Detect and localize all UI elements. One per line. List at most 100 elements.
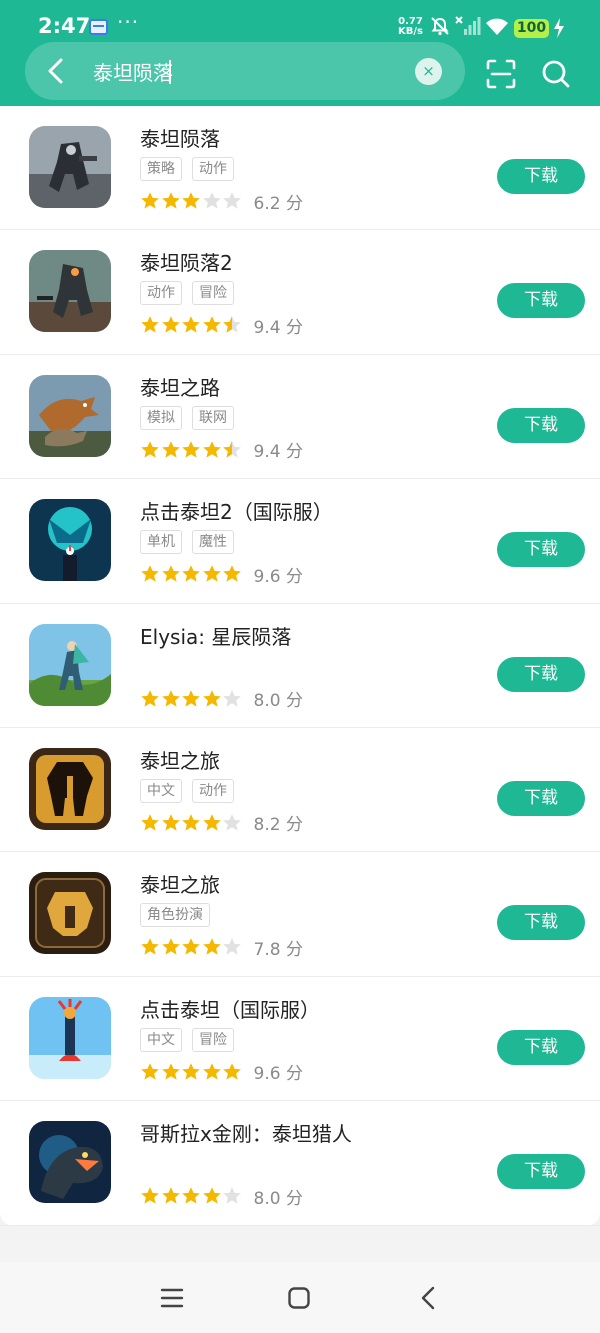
app-tag: 动作 [192,778,234,803]
app-tag: 角色扮演 [140,903,210,928]
star-filled-icon [202,814,221,831]
top-bar: 2:47 ··· 0.77 KB/s 100 泰坦陨落 × [0,0,600,106]
star-half-icon [223,440,241,458]
app-name[interactable]: 泰坦之旅 [140,869,220,898]
app-rating: 8.0 分 [140,1185,303,1209]
app-list-item[interactable]: 泰坦陨落 策略 动作 6.2 分 下载 [0,106,600,231]
app-icon[interactable] [29,623,111,706]
app-name[interactable]: 哥斯拉x金刚：泰坦猎人 [140,1118,352,1147]
app-icon[interactable] [29,374,111,457]
app-tag: 中文 [140,1027,182,1052]
app-score: 9.4 分 [253,442,303,463]
app-list-item[interactable]: 泰坦陨落2 动作 冒险 9.4 分 下载 [0,230,600,355]
star-filled-icon [182,440,200,458]
app-rating: 9.4 分 [140,439,303,463]
star-filled-icon [141,689,159,707]
app-list-item[interactable]: 点击泰坦2（国际服） 单机 魔性 9.6 分 下载 [0,479,600,604]
app-icon[interactable] [29,872,111,955]
app-rating: 9.4 分 [140,314,303,338]
star-filled-icon [182,1062,200,1080]
app-icon[interactable] [29,996,111,1079]
star-empty-icon [223,192,241,209]
text-caret [169,60,171,84]
app-score: 8.0 分 [253,691,303,712]
star-filled-icon [141,1062,159,1080]
star-filled-icon [182,316,200,333]
status-time: 2:47 [38,14,91,38]
app-name[interactable]: 泰坦陨落 [140,123,220,152]
star-filled-icon [182,1187,200,1204]
star-filled-icon [141,440,159,458]
star-filled-icon [202,938,221,955]
star-filled-icon [161,689,180,707]
star-filled-icon [141,192,159,209]
close-icon[interactable]: × [415,58,442,85]
app-tag: 动作 [192,157,234,181]
app-name[interactable]: 泰坦之旅 [140,745,220,774]
app-tags: 中文 动作 [140,778,244,805]
star-empty-icon [223,1187,241,1204]
star-filled-icon [161,1187,180,1204]
star-filled-icon [161,814,180,831]
download-button[interactable]: 下载 [497,905,585,941]
home-icon[interactable] [286,1285,312,1311]
app-list-item[interactable]: 哥斯拉x金刚：泰坦猎人 8.0 分 下载 [0,1101,600,1226]
download-button[interactable]: 下载 [497,1029,585,1065]
download-button[interactable]: 下载 [497,283,585,319]
app-list-item[interactable]: 点击泰坦（国际服） 中文 冒险 9.6 分 下载 [0,977,600,1102]
app-list-item[interactable]: 泰坦之路 模拟 联网 9.4 分 下载 [0,355,600,480]
star-filled-icon [161,316,180,333]
app-score: 9.4 分 [253,317,303,338]
app-icon[interactable] [29,747,111,830]
scan-icon[interactable] [485,58,517,90]
download-button[interactable]: 下载 [497,780,585,816]
app-icon[interactable] [29,250,111,333]
back-icon[interactable] [416,1285,442,1311]
app-tag: 冒险 [192,1027,234,1052]
search-input[interactable] [93,57,393,85]
app-name[interactable]: 泰坦陨落2 [140,247,233,276]
app-icon[interactable] [29,499,111,582]
chevron-left-icon[interactable] [40,54,74,88]
star-empty-icon [223,814,241,831]
search-icon[interactable] [540,58,572,90]
download-button[interactable]: 下载 [497,1154,585,1190]
star-filled-icon [182,938,200,955]
star-filled-icon [182,192,200,209]
navigation-bar [0,1262,600,1333]
download-button[interactable]: 下载 [497,159,585,194]
app-tag: 动作 [140,281,182,306]
star-filled-icon [161,938,180,955]
star-filled-icon [223,1062,241,1080]
app-icon[interactable] [29,126,111,208]
app-list-item[interactable]: 泰坦之旅 中文 动作 8.2 分 下载 [0,728,600,853]
app-name[interactable]: 点击泰坦2（国际服） [140,496,333,525]
signal-icon [455,16,481,35]
star-empty-icon [223,689,241,707]
app-list: 泰坦陨落 策略 动作 6.2 分下载 泰坦陨落2 动作 冒险 9.4 分下载 泰坦之路 模拟 联网 9… [0,106,600,1226]
network-speed-unit: KB/s [398,26,423,37]
star-filled-icon [202,440,221,458]
download-button[interactable]: 下载 [497,656,585,692]
charging-icon [554,18,564,38]
app-list-item[interactable]: 泰坦之旅 角色扮演 7.8 分 下载 [0,852,600,977]
menu-icon[interactable] [159,1285,185,1311]
star-filled-icon [161,565,180,582]
app-name[interactable]: 泰坦之路 [140,372,220,401]
star-empty-icon [202,192,221,209]
star-filled-icon [141,565,159,582]
app-list-item[interactable]: Elysia: 星辰陨落 8.0 分 下载 [0,604,600,728]
app-tags: 单机 魔性 [140,530,244,556]
star-filled-icon [141,316,159,333]
star-filled-icon [223,565,241,582]
app-tag: 联网 [192,405,234,430]
download-button[interactable]: 下载 [497,532,585,568]
app-tag: 魔性 [192,530,234,555]
app-tag: 策略 [140,157,182,181]
download-button[interactable]: 下载 [497,407,585,443]
star-filled-icon [182,565,200,582]
app-icon[interactable] [29,1121,111,1204]
app-name[interactable]: Elysia: 星辰陨落 [140,621,291,650]
app-score: 8.0 分 [253,1188,303,1209]
app-name[interactable]: 点击泰坦（国际服） [140,994,320,1023]
